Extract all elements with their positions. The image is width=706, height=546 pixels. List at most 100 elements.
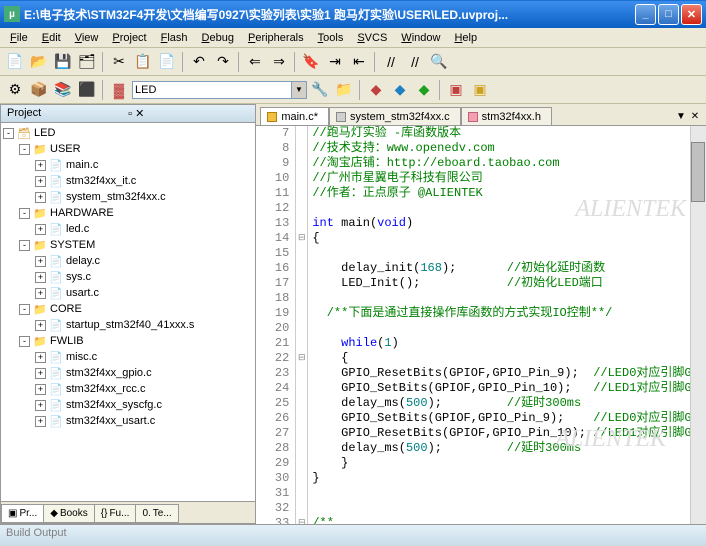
- tree-label[interactable]: stm32f4xx_usart.c: [66, 415, 155, 427]
- options-button[interactable]: 🔧: [309, 79, 331, 101]
- tree-node[interactable]: +📄misc.c: [3, 349, 253, 365]
- batch-button[interactable]: 📚: [52, 79, 74, 101]
- tree-expand-icon[interactable]: +: [35, 400, 46, 411]
- menu-svcs[interactable]: SVCS: [351, 30, 393, 46]
- editor-tab[interactable]: system_stm32f4xx.c: [329, 107, 461, 125]
- filegroup-button[interactable]: 📁: [333, 79, 355, 101]
- tree-expand-icon[interactable]: -: [19, 304, 30, 315]
- code-editor[interactable]: ALIENTEK ALIENTEK 7891011121314151617181…: [256, 126, 706, 524]
- tree-node[interactable]: +📄system_stm32f4xx.c: [3, 189, 253, 205]
- find-button[interactable]: 🔍: [428, 51, 450, 73]
- tree-expand-icon[interactable]: +: [35, 192, 46, 203]
- build-button[interactable]: ⚙: [4, 79, 26, 101]
- close-button[interactable]: ✕: [681, 4, 702, 25]
- tree-node[interactable]: -📁SYSTEM: [3, 237, 253, 253]
- tree-expand-icon[interactable]: +: [35, 160, 46, 171]
- tree-node[interactable]: +📄delay.c: [3, 253, 253, 269]
- project-tree[interactable]: -🗃LED-📁USER+📄main.c+📄stm32f4xx_it.c+📄sys…: [1, 123, 255, 501]
- menu-help[interactable]: Help: [448, 30, 483, 46]
- tree-label[interactable]: stm32f4xx_syscfg.c: [66, 399, 162, 411]
- outdent-button[interactable]: ⇤: [348, 51, 370, 73]
- tree-label[interactable]: misc.c: [66, 351, 97, 363]
- tree-label[interactable]: FWLIB: [50, 335, 84, 347]
- comment-button[interactable]: //: [380, 51, 402, 73]
- tree-expand-icon[interactable]: -: [19, 336, 30, 347]
- tree-label[interactable]: stm32f4xx_rcc.c: [66, 383, 145, 395]
- tree-expand-icon[interactable]: +: [35, 352, 46, 363]
- tree-label[interactable]: CORE: [50, 303, 82, 315]
- tree-label[interactable]: SYSTEM: [50, 239, 95, 251]
- saveall-button[interactable]: 🗂: [76, 51, 98, 73]
- undo-button[interactable]: ↶: [188, 51, 210, 73]
- tree-expand-icon[interactable]: +: [35, 384, 46, 395]
- tree-label[interactable]: LED: [34, 127, 55, 139]
- nav-fwd-button[interactable]: ⇒: [268, 51, 290, 73]
- tree-node[interactable]: +📄startup_stm32f40_41xxx.s: [3, 317, 253, 333]
- tree-node[interactable]: +📄stm32f4xx_syscfg.c: [3, 397, 253, 413]
- tree-label[interactable]: startup_stm32f40_41xxx.s: [66, 319, 194, 331]
- menu-edit[interactable]: Edit: [36, 30, 67, 46]
- tree-node[interactable]: +📄main.c: [3, 157, 253, 173]
- rebuild-button[interactable]: 📦: [28, 79, 50, 101]
- tree-node[interactable]: +📄stm32f4xx_it.c: [3, 173, 253, 189]
- tree-expand-icon[interactable]: +: [35, 272, 46, 283]
- tree-label[interactable]: delay.c: [66, 255, 100, 267]
- menu-window[interactable]: Window: [395, 30, 446, 46]
- tree-label[interactable]: sys.c: [66, 271, 91, 283]
- tree-node[interactable]: +📄stm32f4xx_usart.c: [3, 413, 253, 429]
- tree-node[interactable]: +📄stm32f4xx_gpio.c: [3, 365, 253, 381]
- tree-node[interactable]: -📁USER: [3, 141, 253, 157]
- project-tab[interactable]: ▣Pr...: [1, 504, 44, 523]
- fold-column[interactable]: ⊟⊟⊟: [296, 126, 308, 524]
- tree-expand-icon[interactable]: -: [3, 128, 14, 139]
- indent-button[interactable]: ⇥: [324, 51, 346, 73]
- project-tab[interactable]: 0.Te...: [135, 504, 178, 523]
- tree-expand-icon[interactable]: +: [35, 416, 46, 427]
- scroll-thumb[interactable]: [691, 142, 705, 202]
- tree-label[interactable]: HARDWARE: [50, 207, 114, 219]
- stop-button[interactable]: ⬛: [76, 79, 98, 101]
- chevron-down-icon[interactable]: ▼: [292, 81, 307, 99]
- tree-expand-icon[interactable]: +: [35, 224, 46, 235]
- tree-label[interactable]: system_stm32f4xx.c: [66, 191, 166, 203]
- tree-node[interactable]: -📁FWLIB: [3, 333, 253, 349]
- config4-button[interactable]: ▣: [469, 79, 491, 101]
- project-tab[interactable]: ◆Books: [43, 504, 95, 523]
- target-combo[interactable]: ▼: [132, 80, 307, 100]
- menu-tools[interactable]: Tools: [312, 30, 350, 46]
- new-button[interactable]: 📄: [4, 51, 26, 73]
- menu-flash[interactable]: Flash: [155, 30, 194, 46]
- menu-project[interactable]: Project: [106, 30, 152, 46]
- project-tab[interactable]: {}Fu...: [94, 504, 137, 523]
- bookmark-button[interactable]: 🔖: [300, 51, 322, 73]
- vertical-scrollbar[interactable]: [690, 126, 706, 524]
- manage-button[interactable]: ◆: [365, 79, 387, 101]
- tabs-menu-icon[interactable]: ▼: [674, 111, 688, 125]
- tree-expand-icon[interactable]: -: [19, 240, 30, 251]
- panel-pin-icon[interactable]: ▫ ✕: [128, 107, 249, 120]
- open-button[interactable]: 📂: [28, 51, 50, 73]
- redo-button[interactable]: ↷: [212, 51, 234, 73]
- tree-label[interactable]: led.c: [66, 223, 89, 235]
- tree-label[interactable]: USER: [50, 143, 81, 155]
- tree-node[interactable]: -🗃LED: [3, 125, 253, 141]
- tree-expand-icon[interactable]: +: [35, 368, 46, 379]
- tree-label[interactable]: stm32f4xx_gpio.c: [66, 367, 152, 379]
- menu-debug[interactable]: Debug: [196, 30, 240, 46]
- editor-tab[interactable]: main.c*: [260, 107, 329, 125]
- menu-view[interactable]: View: [69, 30, 105, 46]
- menu-file[interactable]: File: [4, 30, 34, 46]
- config2-button[interactable]: ◆: [413, 79, 435, 101]
- tree-node[interactable]: +📄usart.c: [3, 285, 253, 301]
- tree-node[interactable]: +📄stm32f4xx_rcc.c: [3, 381, 253, 397]
- tree-expand-icon[interactable]: +: [35, 288, 46, 299]
- tree-expand-icon[interactable]: -: [19, 144, 30, 155]
- minimize-button[interactable]: _: [635, 4, 656, 25]
- paste-button[interactable]: 📄: [156, 51, 178, 73]
- copy-button[interactable]: 📋: [132, 51, 154, 73]
- download-button[interactable]: ▓: [108, 79, 130, 101]
- code-source[interactable]: //跑马灯实验 -库函数版本//技术支持：www.openedv.com//淘宝…: [308, 126, 706, 524]
- tree-expand-icon[interactable]: +: [35, 256, 46, 267]
- tabs-close-icon[interactable]: ✕: [688, 111, 702, 125]
- tree-label[interactable]: usart.c: [66, 287, 99, 299]
